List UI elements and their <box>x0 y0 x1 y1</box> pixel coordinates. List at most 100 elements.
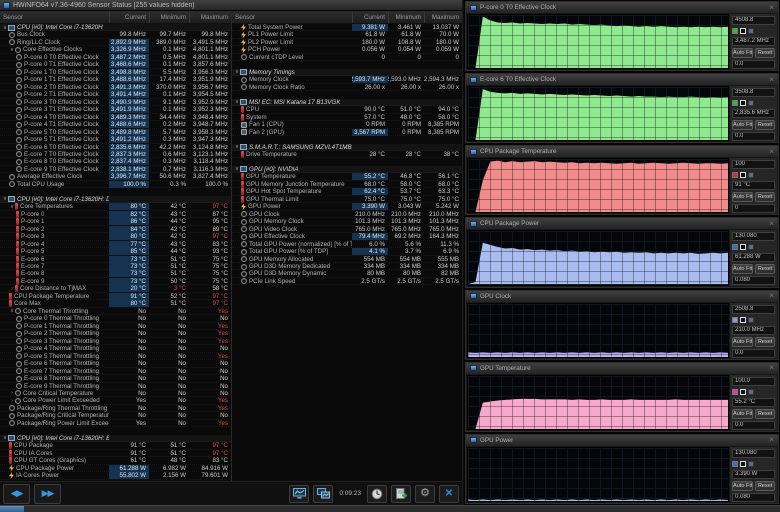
graph-plot-area[interactable] <box>467 86 729 142</box>
grid-color-swatch[interactable] <box>748 316 754 323</box>
sensor-row[interactable]: P-core 1 Thermal Throttling No No Yes <box>0 323 231 331</box>
background-color-swatch[interactable] <box>740 460 746 467</box>
background-color-swatch[interactable] <box>740 28 746 34</box>
sensor-row[interactable]: P-core 2 84 °C 42 °C 89 °C <box>0 225 231 234</box>
close-icon[interactable]: × <box>769 292 774 300</box>
graph-button[interactable] <box>289 484 310 503</box>
sensor-row[interactable]: P-core 4 Thermal Throttling No No No <box>0 345 231 353</box>
auto-fit-button[interactable]: Auto Fit <box>732 336 754 347</box>
sensor-row[interactable]: Current cTDP Level 0 0 0 <box>232 54 462 62</box>
sensor-row[interactable]: GPU Memory Allocated 554 MB 554 MB 555 MB <box>232 256 462 263</box>
sensor-row[interactable]: PL2 Power Limit 180.0 W 108.8 W 180.0 W <box>232 38 462 47</box>
graph-titlebar[interactable]: CPU Package Temperature × <box>466 146 778 158</box>
sensor-row[interactable]: GPU Power 3.390 W 3.043 W 5.242 W <box>232 203 462 211</box>
reset-button[interactable]: Reset <box>755 264 775 275</box>
graph-titlebar[interactable]: P-core 0 T0 Effective Clock × <box>466 2 778 13</box>
sensor-row[interactable]: GPU Clock 210.0 MHz 210.0 MHz 210.0 MHz <box>232 211 462 219</box>
grid-color-swatch[interactable] <box>748 388 754 395</box>
close-icon[interactable]: × <box>769 364 774 372</box>
sensor-row[interactable]: P-core 3 80 °C 42 °C 97 °C <box>0 233 231 241</box>
sensor-row[interactable]: E-core 6 Thermal Throttling No No No <box>0 360 231 368</box>
clock-button[interactable] <box>367 484 387 503</box>
reset-button[interactable]: Reset <box>755 336 775 347</box>
sensor-row[interactable]: E-core 8 73 °C 51 °C 75 °C <box>0 270 231 278</box>
sensor-row[interactable]: P-core 3 T1 Effective Clock 3,491.9 MHz 0.… <box>0 106 231 114</box>
auto-fit-button[interactable]: Auto Fit <box>732 408 754 419</box>
column-header-minimum[interactable]: Minimum <box>388 11 424 23</box>
sensor-group-row[interactable]: ∨ CPU [#0]: Intel Core i7-13620H <box>0 24 231 32</box>
series-color-swatch[interactable] <box>732 460 738 467</box>
sensor-row[interactable]: Total GPU Power [% of TDP] 4.1 % 3.7 % 6.9 … <box>232 248 462 256</box>
sensor-row[interactable]: Fan 2 (GPU) 3,567 RPM 0 RPM 8,385 RPM <box>232 128 462 137</box>
sensor-row[interactable]: GPU Temperature 55.2 °C 46.8 °C 56.1 °C <box>232 173 462 181</box>
background-color-swatch[interactable] <box>740 100 746 107</box>
grid-color-swatch[interactable] <box>748 172 754 179</box>
sensor-row[interactable]: › Core Power Limit Exceeded Yes No Yes <box>0 397 231 405</box>
graph-plot-area[interactable] <box>467 446 729 502</box>
sensor-row[interactable]: E-core 7 T0 Effective Clock 2,837.3 MHz 0.… <box>0 150 231 159</box>
close-icon[interactable]: × <box>769 3 774 12</box>
column-header-maximum[interactable]: Maximum <box>424 11 462 23</box>
close-icon[interactable]: × <box>769 436 774 444</box>
sensor-row[interactable]: Bus Clock 99.8 MHz 99.7 MHz 99.8 MHz <box>0 31 231 39</box>
sensor-group-row[interactable]: ∨ GPU [#0]: NVIDIA <box>232 165 462 174</box>
sensor-row[interactable]: Total System Power 9.381 W 3.461 W 13.037 W <box>232 24 462 32</box>
sensor-row[interactable]: P-core 4 77 °C 43 °C 83 °C <box>0 240 231 249</box>
close-icon[interactable]: × <box>769 75 774 84</box>
sensor-row[interactable]: › Core Distance to TjMAX 20 °C 3 °C 58 °C <box>0 285 231 293</box>
sensor-row[interactable]: P-core 2 T1 Effective Clock 3,491.4 MHz 0.… <box>0 91 231 99</box>
sensor-row[interactable]: P-core 0 T0 Effective Clock 3,487.2 MHz 0.… <box>0 53 231 62</box>
sensor-row[interactable]: IA Cores Power 55.802 W 2.156 W 79.601 W <box>0 472 231 480</box>
sensor-row[interactable]: GPU Hot Spot Temperature 62.4 °C 53.7 °C 63… <box>232 188 462 196</box>
sensor-row[interactable]: Average Effective Clock 3,396.7 MHz 50.6 M… <box>0 173 231 181</box>
sensor-row[interactable]: P-core 5 85 °C 44 °C 93 °C <box>0 248 231 256</box>
sensor-row[interactable]: E-core 9 73 °C 50 °C 75 °C <box>0 277 231 286</box>
grid-color-swatch[interactable] <box>748 100 754 107</box>
settings-button[interactable]: ⚙ <box>415 484 435 503</box>
sensor-row[interactable]: E-core 7 73 °C 51 °C 75 °C <box>0 263 231 271</box>
sensor-row[interactable]: ∨ Core Thermal Throttling No No Yes <box>0 308 231 316</box>
sensor-row[interactable]: E-core 7 Thermal Throttling No No No <box>0 368 231 376</box>
column-header-sensor[interactable]: Sensor <box>232 11 352 23</box>
sensor-row[interactable]: Total GPU Power (normalized) [% of TDP] 6… <box>232 241 462 249</box>
sensor-row[interactable]: P-core 3 Thermal Throttling No No Yes <box>0 338 231 346</box>
sensor-row[interactable]: P-core 5 T0 Effective Clock 3,489.8 MHz 5.… <box>0 128 231 137</box>
sensor-row[interactable]: GPU Video Clock 765.0 MHz 765.0 MHz 765.0 M… <box>232 226 462 234</box>
sensor-row[interactable]: GPU Thermal Limit 75.0 °C 75.0 °C 75.0 °C <box>232 195 462 204</box>
graph-plot-area[interactable] <box>467 158 729 214</box>
sensor-row[interactable]: E-core 8 Thermal Throttling No No No <box>0 375 231 383</box>
sensor-row[interactable]: P-core 5 Thermal Throttling No No Yes <box>0 353 231 361</box>
sensor-row[interactable]: CPU IA Cores 91 °C 51 °C 97 °C <box>0 449 231 458</box>
sensor-row[interactable]: Fan 1 (CPU) 0 RPM 0 RPM 8,385 RPM <box>232 121 462 129</box>
sensor-row[interactable]: Total CPU Usage 100.0 % 0.3 % 100.0 % <box>0 180 231 189</box>
graph-titlebar[interactable]: GPU Clock × <box>466 290 778 302</box>
reset-button[interactable]: Reset <box>755 408 775 419</box>
sensor-group-row[interactable]: ∨ Memory Timings <box>232 68 462 77</box>
sensor-row[interactable]: P-core 5 T1 Effective Clock 3,491.2 MHz 0.… <box>0 136 231 144</box>
sensor-row[interactable]: P-core 1 T1 Effective Clock 3,488.6 MHz 17… <box>0 76 231 84</box>
close-icon[interactable]: × <box>769 147 774 156</box>
sensor-row[interactable]: E-core 9 T0 Effective Clock 2,838.1 MHz 0.… <box>0 165 231 174</box>
sensor-row[interactable]: PCIe Link Speed 2.5 GT/s 2.5 GT/s 2.5 GT/s <box>232 278 462 286</box>
sensor-row[interactable]: Ring/LLC Clock 2,892.9 MHz 389.0 MHz 3,491.… <box>0 38 231 47</box>
sensor-row[interactable]: E-core 8 T0 Effective Clock 2,837.4 MHz 0.… <box>0 158 231 166</box>
sensor-row[interactable]: PL1 Power Limit 61.8 W 61.8 W 70.0 W <box>232 31 462 39</box>
sensor-row[interactable]: CPU 90.0 °C 51.0 °C 94.0 °C <box>232 106 462 114</box>
taskbar-app-button[interactable] <box>0 506 24 512</box>
series-color-swatch[interactable] <box>732 388 738 395</box>
sensor-row[interactable]: GPU Memory Junction Temperature 68.0 °C 58… <box>232 180 462 189</box>
sensor-row[interactable]: CPU Package Temperature 91 °C 52 °C 97 °C <box>0 292 231 301</box>
grid-color-swatch[interactable] <box>748 460 754 467</box>
sensor-row[interactable]: Memory Clock 2,593.7 MHz 2,593.0 MHz 2,594.… <box>232 76 462 84</box>
sensor-row[interactable]: P-core 1 86 °C 44 °C 95 °C <box>0 218 231 226</box>
column-header-current[interactable]: Current <box>352 11 388 23</box>
sensor-row[interactable]: GPU Memory Clock 101.3 MHz 101.3 MHz 101.3 … <box>232 218 462 226</box>
column-header-current[interactable]: Current <box>109 11 149 23</box>
series-color-swatch[interactable] <box>732 244 738 251</box>
series-color-swatch[interactable] <box>732 172 738 179</box>
reset-button[interactable]: Reset <box>755 120 775 131</box>
background-color-swatch[interactable] <box>740 172 746 179</box>
taskbar[interactable] <box>0 505 780 512</box>
background-color-swatch[interactable] <box>740 244 746 251</box>
sensor-row[interactable]: P-core 0 82 °C 43 °C 87 °C <box>0 210 231 219</box>
